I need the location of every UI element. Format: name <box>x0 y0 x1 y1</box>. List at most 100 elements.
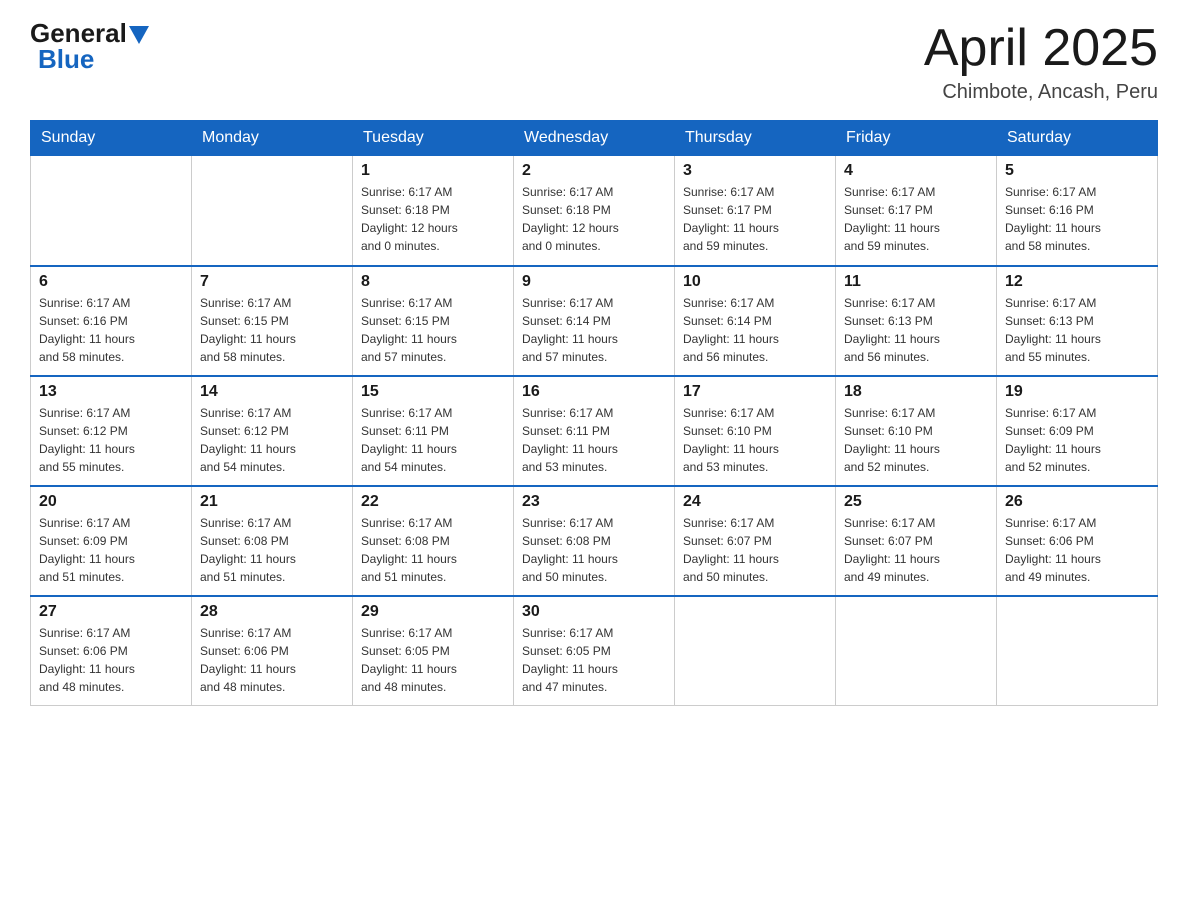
day-number: 18 <box>844 383 988 401</box>
day-info: Sunrise: 6:17 AM Sunset: 6:13 PM Dayligh… <box>844 294 988 366</box>
title-area: April 2025 Chimbote, Ancash, Peru <box>924 20 1158 104</box>
calendar-cell: 14 Sunrise: 6:17 AM Sunset: 6:12 PM Dayli… <box>192 376 353 486</box>
calendar-cell: 1 Sunrise: 6:17 AM Sunset: 6:18 PM Daylig… <box>353 156 514 266</box>
day-info: Sunrise: 6:17 AM Sunset: 6:14 PM Dayligh… <box>683 294 827 366</box>
calendar-cell: 2 Sunrise: 6:17 AM Sunset: 6:18 PM Daylig… <box>514 156 675 266</box>
calendar-cell: 7 Sunrise: 6:17 AM Sunset: 6:15 PM Daylig… <box>192 266 353 376</box>
day-number: 1 <box>361 162 505 180</box>
day-number: 15 <box>361 383 505 401</box>
day-number: 10 <box>683 273 827 291</box>
day-number: 25 <box>844 493 988 511</box>
calendar-header-row: SundayMondayTuesdayWednesdayThursdayFrid… <box>31 121 1158 156</box>
logo-blue-text: Blue <box>38 44 94 75</box>
calendar-title: April 2025 <box>924 20 1158 77</box>
calendar-cell: 16Sunrise: 6:17 AM Sunset: 6:11 PM Dayli… <box>514 376 675 486</box>
day-number: 11 <box>844 273 988 291</box>
calendar-cell: 19Sunrise: 6:17 AM Sunset: 6:09 PM Dayli… <box>997 376 1158 486</box>
day-number: 21 <box>200 493 344 511</box>
calendar-subtitle: Chimbote, Ancash, Peru <box>924 81 1158 104</box>
day-number: 29 <box>361 603 505 621</box>
day-number: 22 <box>361 493 505 511</box>
calendar-cell: 3Sunrise: 6:17 AM Sunset: 6:17 PM Daylig… <box>675 156 836 266</box>
day-number: 30 <box>522 603 666 621</box>
day-number: 8 <box>361 273 505 291</box>
day-number: 28 <box>200 603 344 621</box>
calendar-week-row: 27 Sunrise: 6:17 AM Sunset: 6:06 PM Dayli… <box>31 596 1158 706</box>
calendar-cell: 20Sunrise: 6:17 AM Sunset: 6:09 PM Dayli… <box>31 486 192 596</box>
calendar-cell: 21 Sunrise: 6:17 AM Sunset: 6:08 PM Dayli… <box>192 486 353 596</box>
calendar-week-row: 20Sunrise: 6:17 AM Sunset: 6:09 PM Dayli… <box>31 486 1158 596</box>
calendar-cell: 13Sunrise: 6:17 AM Sunset: 6:12 PM Dayli… <box>31 376 192 486</box>
day-info: Sunrise: 6:17 AM Sunset: 6:06 PM Dayligh… <box>39 624 183 696</box>
logo: General Blue <box>30 20 149 75</box>
calendar-header-thursday: Thursday <box>675 121 836 156</box>
day-info: Sunrise: 6:17 AM Sunset: 6:15 PM Dayligh… <box>200 294 344 366</box>
calendar-header-monday: Monday <box>192 121 353 156</box>
day-number: 7 <box>200 273 344 291</box>
calendar-cell: 27 Sunrise: 6:17 AM Sunset: 6:06 PM Dayli… <box>31 596 192 706</box>
calendar-header-sunday: Sunday <box>31 121 192 156</box>
calendar-cell: 9 Sunrise: 6:17 AM Sunset: 6:14 PM Daylig… <box>514 266 675 376</box>
day-number: 13 <box>39 383 183 401</box>
calendar-header-friday: Friday <box>836 121 997 156</box>
day-info: Sunrise: 6:17 AM Sunset: 6:16 PM Dayligh… <box>39 294 183 366</box>
day-info: Sunrise: 6:17 AM Sunset: 6:15 PM Dayligh… <box>361 294 505 366</box>
calendar-cell <box>997 596 1158 706</box>
calendar-cell: 17Sunrise: 6:17 AM Sunset: 6:10 PM Dayli… <box>675 376 836 486</box>
day-info: Sunrise: 6:17 AM Sunset: 6:10 PM Dayligh… <box>844 404 988 476</box>
day-info: Sunrise: 6:17 AM Sunset: 6:08 PM Dayligh… <box>522 514 666 586</box>
day-number: 23 <box>522 493 666 511</box>
calendar-week-row: 1 Sunrise: 6:17 AM Sunset: 6:18 PM Daylig… <box>31 156 1158 266</box>
calendar-cell: 30 Sunrise: 6:17 AM Sunset: 6:05 PM Dayli… <box>514 596 675 706</box>
calendar-cell: 28 Sunrise: 6:17 AM Sunset: 6:06 PM Dayli… <box>192 596 353 706</box>
calendar-cell <box>675 596 836 706</box>
day-info: Sunrise: 6:17 AM Sunset: 6:11 PM Dayligh… <box>522 404 666 476</box>
calendar-cell: 29 Sunrise: 6:17 AM Sunset: 6:05 PM Dayli… <box>353 596 514 706</box>
day-info: Sunrise: 6:17 AM Sunset: 6:12 PM Dayligh… <box>200 404 344 476</box>
calendar-cell: 8 Sunrise: 6:17 AM Sunset: 6:15 PM Daylig… <box>353 266 514 376</box>
day-info: Sunrise: 6:17 AM Sunset: 6:05 PM Dayligh… <box>522 624 666 696</box>
day-number: 26 <box>1005 493 1149 511</box>
day-info: Sunrise: 6:17 AM Sunset: 6:07 PM Dayligh… <box>683 514 827 586</box>
day-info: Sunrise: 6:17 AM Sunset: 6:09 PM Dayligh… <box>39 514 183 586</box>
calendar-cell: 26Sunrise: 6:17 AM Sunset: 6:06 PM Dayli… <box>997 486 1158 596</box>
calendar-cell: 12 Sunrise: 6:17 AM Sunset: 6:13 PM Dayli… <box>997 266 1158 376</box>
day-number: 17 <box>683 383 827 401</box>
day-number: 4 <box>844 162 988 180</box>
calendar-cell: 4Sunrise: 6:17 AM Sunset: 6:17 PM Daylig… <box>836 156 997 266</box>
day-number: 2 <box>522 162 666 180</box>
day-info: Sunrise: 6:17 AM Sunset: 6:09 PM Dayligh… <box>1005 404 1149 476</box>
day-info: Sunrise: 6:17 AM Sunset: 6:18 PM Dayligh… <box>361 183 505 255</box>
day-number: 9 <box>522 273 666 291</box>
calendar-cell: 25Sunrise: 6:17 AM Sunset: 6:07 PM Dayli… <box>836 486 997 596</box>
day-number: 12 <box>1005 273 1149 291</box>
calendar-cell <box>192 156 353 266</box>
day-info: Sunrise: 6:17 AM Sunset: 6:16 PM Dayligh… <box>1005 183 1149 255</box>
calendar-cell: 5 Sunrise: 6:17 AM Sunset: 6:16 PM Daylig… <box>997 156 1158 266</box>
day-info: Sunrise: 6:17 AM Sunset: 6:08 PM Dayligh… <box>200 514 344 586</box>
day-number: 5 <box>1005 162 1149 180</box>
calendar-header-saturday: Saturday <box>997 121 1158 156</box>
calendar-cell: 15 Sunrise: 6:17 AM Sunset: 6:11 PM Dayli… <box>353 376 514 486</box>
calendar-week-row: 6Sunrise: 6:17 AM Sunset: 6:16 PM Daylig… <box>31 266 1158 376</box>
day-info: Sunrise: 6:17 AM Sunset: 6:14 PM Dayligh… <box>522 294 666 366</box>
day-info: Sunrise: 6:17 AM Sunset: 6:13 PM Dayligh… <box>1005 294 1149 366</box>
logo-triangle-icon <box>129 26 149 44</box>
calendar-cell: 6Sunrise: 6:17 AM Sunset: 6:16 PM Daylig… <box>31 266 192 376</box>
calendar-cell: 23 Sunrise: 6:17 AM Sunset: 6:08 PM Dayli… <box>514 486 675 596</box>
calendar-cell <box>836 596 997 706</box>
day-info: Sunrise: 6:17 AM Sunset: 6:11 PM Dayligh… <box>361 404 505 476</box>
day-number: 27 <box>39 603 183 621</box>
day-info: Sunrise: 6:17 AM Sunset: 6:05 PM Dayligh… <box>361 624 505 696</box>
day-info: Sunrise: 6:17 AM Sunset: 6:18 PM Dayligh… <box>522 183 666 255</box>
logo-general-text: General <box>30 20 127 46</box>
calendar-header-wednesday: Wednesday <box>514 121 675 156</box>
day-info: Sunrise: 6:17 AM Sunset: 6:06 PM Dayligh… <box>200 624 344 696</box>
day-number: 14 <box>200 383 344 401</box>
day-number: 24 <box>683 493 827 511</box>
calendar-cell: 18 Sunrise: 6:17 AM Sunset: 6:10 PM Dayli… <box>836 376 997 486</box>
calendar-week-row: 13 Sunrise: 6:17 AM Sunset: 6:12 PM Dayli… <box>31 376 1158 486</box>
day-info: Sunrise: 6:17 AM Sunset: 6:08 PM Dayligh… <box>361 514 505 586</box>
day-number: 3 <box>683 162 827 180</box>
calendar-header-tuesday: Tuesday <box>353 121 514 156</box>
